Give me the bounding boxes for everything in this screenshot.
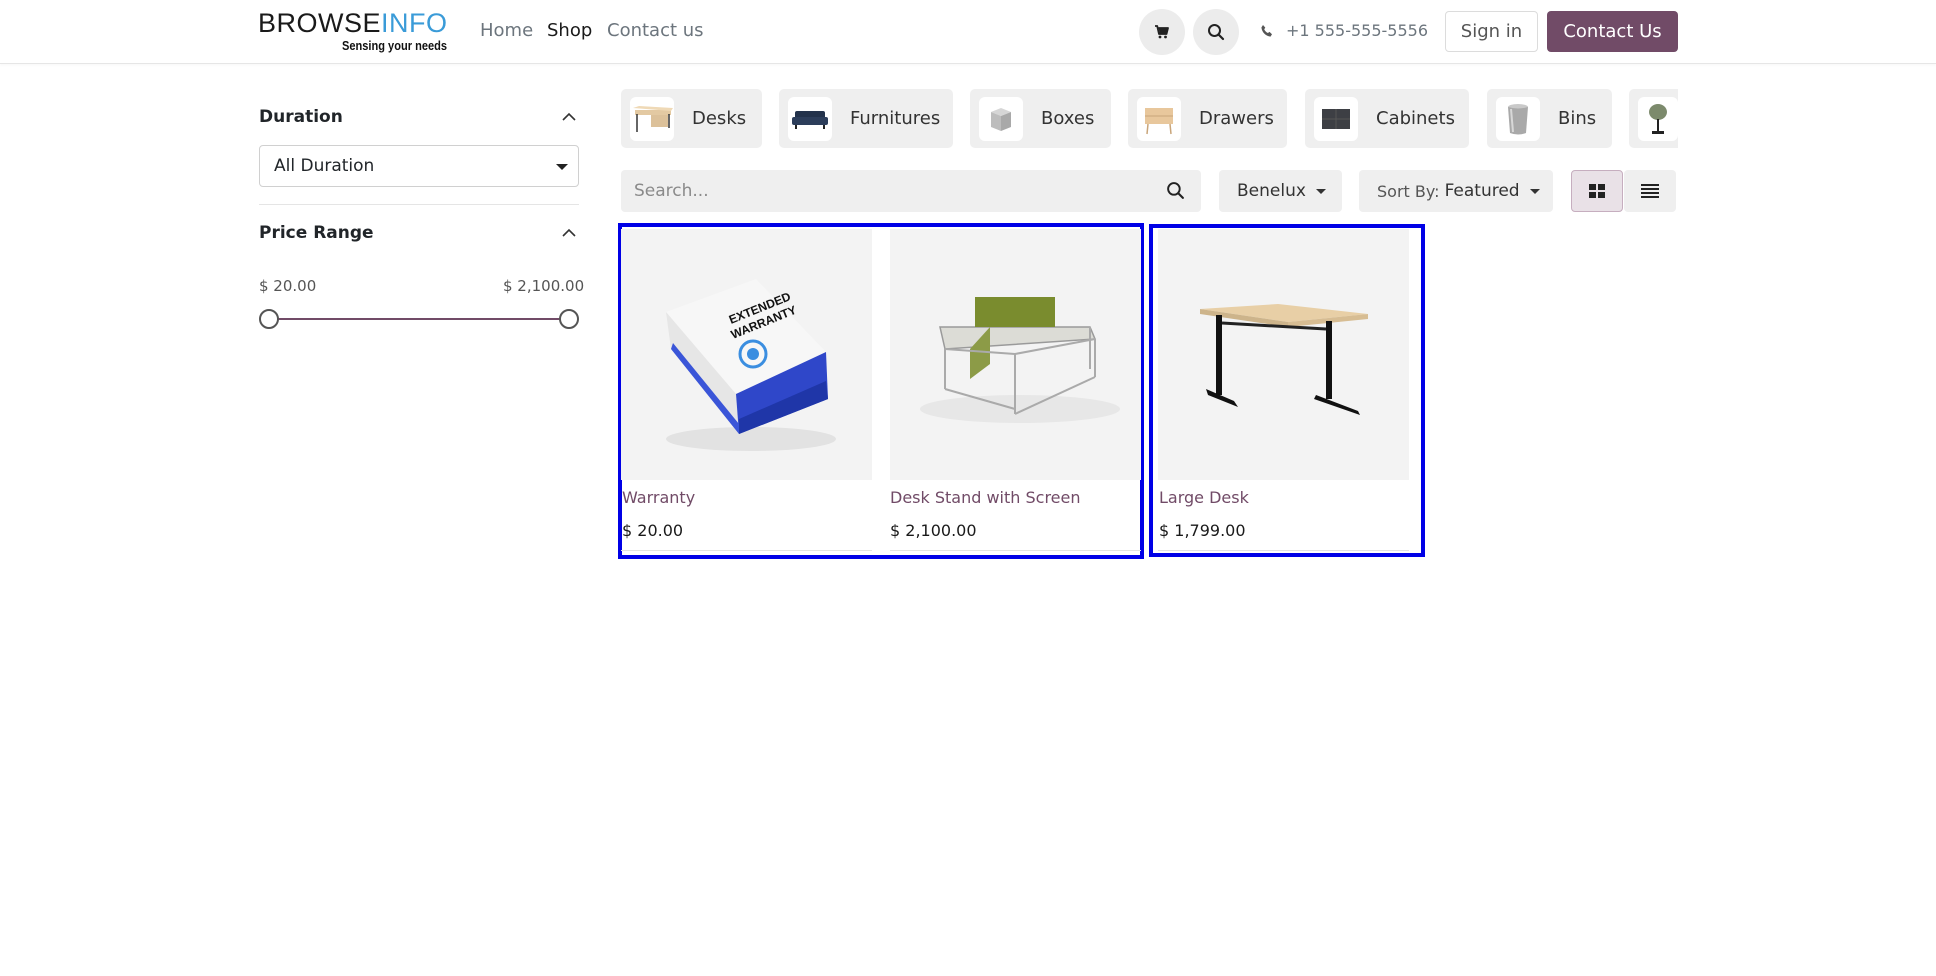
cabinet-thumbnail [1314, 96, 1358, 141]
nav-contact-us[interactable]: Contact us [607, 20, 704, 41]
category-label: Cabinets [1376, 108, 1455, 129]
lamp-thumbnail [1638, 96, 1678, 141]
chevron-up-icon[interactable] [560, 224, 578, 242]
product-card-divider [1158, 550, 1409, 551]
category-drawers[interactable]: Drawers [1128, 89, 1287, 148]
caret-down-icon [1529, 188, 1540, 194]
sort-value: Featured [1444, 181, 1520, 201]
product-name[interactable]: Warranty [622, 488, 695, 507]
search-icon [1208, 24, 1225, 41]
price-range-max-handle[interactable] [559, 309, 579, 329]
category-bins[interactable]: Bins [1487, 89, 1612, 148]
search-icon[interactable] [1166, 181, 1185, 200]
logo-wordmark: BROWSEINFO [258, 8, 448, 39]
nav-home[interactable]: Home [480, 20, 533, 41]
list-view-button[interactable] [1624, 170, 1676, 212]
top-header: BROWSEINFO Sensing your needs Home Shop … [0, 0, 1936, 64]
product-card-divider [621, 550, 872, 551]
sidebar-divider [259, 204, 579, 205]
cart-icon [1155, 25, 1169, 39]
phone-icon [1261, 24, 1272, 37]
phone-number: +1 555-555-5556 [1286, 21, 1429, 40]
duration-selected-value: All Duration [274, 156, 375, 176]
price-min-label: $ 20.00 [259, 277, 317, 295]
category-label: Drawers [1199, 108, 1274, 129]
product-search-input[interactable]: Search... [621, 170, 1201, 212]
bin-thumbnail [1496, 96, 1540, 141]
sign-in-button[interactable]: Sign in [1445, 11, 1538, 52]
product-name[interactable]: Desk Stand with Screen [890, 488, 1081, 507]
category-label: Furnitures [850, 108, 941, 129]
caret-down-icon [1315, 188, 1326, 194]
price-range-min-handle[interactable] [259, 309, 279, 329]
search-button[interactable] [1193, 9, 1239, 55]
sort-by-dropdown[interactable]: Sort By: Featured [1359, 170, 1553, 212]
nav-shop[interactable]: Shop [547, 20, 592, 41]
drawer-thumbnail [1137, 96, 1181, 141]
product-image-large-desk[interactable] [1158, 229, 1409, 480]
price-range-track[interactable] [268, 318, 568, 320]
caret-down-icon [556, 164, 568, 170]
sofa-thumbnail [788, 96, 832, 141]
product-name[interactable]: Large Desk [1159, 488, 1249, 507]
logo-part2: INFO [381, 8, 448, 38]
product-price: $ 20.00 [622, 521, 684, 540]
box-thumbnail [979, 96, 1023, 141]
category-label: Boxes [1041, 108, 1095, 129]
grid-icon [1589, 184, 1605, 198]
duration-select[interactable]: All Duration [259, 145, 579, 187]
product-image-warranty[interactable]: EXTENDED WARRANTY [621, 229, 872, 480]
product-price: $ 1,799.00 [1159, 521, 1246, 540]
cart-button[interactable] [1139, 9, 1185, 55]
category-lamps-partial[interactable] [1629, 89, 1678, 148]
product-image-desk-stand[interactable] [890, 229, 1141, 480]
category-desks[interactable]: Desks [621, 89, 762, 148]
list-icon [1641, 184, 1659, 198]
chevron-up-icon[interactable] [560, 108, 578, 126]
duration-filter-title[interactable]: Duration [259, 107, 343, 127]
logo-part1: BROWSE [258, 8, 382, 38]
logo-tagline: Sensing your needs [342, 38, 448, 53]
product-price: $ 2,100.00 [890, 521, 977, 540]
pricelist-value: Benelux [1237, 181, 1306, 201]
product-card-divider [890, 550, 1141, 551]
sort-prefix-label: Sort By: [1377, 181, 1440, 201]
category-furnitures[interactable]: Furnitures [779, 89, 953, 148]
category-label: Desks [692, 108, 747, 129]
grid-view-button[interactable] [1571, 170, 1623, 212]
price-range-filter-title[interactable]: Price Range [259, 223, 374, 243]
contact-us-button[interactable]: Contact Us [1547, 11, 1678, 52]
price-max-label: $ 2,100.00 [503, 277, 585, 295]
category-boxes[interactable]: Boxes [970, 89, 1111, 148]
search-placeholder: Search... [634, 181, 709, 201]
phone-contact[interactable]: +1 555-555-5556 [1260, 21, 1428, 40]
category-label: Bins [1558, 108, 1597, 129]
category-cabinets[interactable]: Cabinets [1305, 89, 1469, 148]
pricelist-dropdown[interactable]: Benelux [1219, 170, 1342, 212]
desk-thumbnail [630, 96, 674, 141]
browseinfo-logo[interactable]: BROWSEINFO Sensing your needs [258, 6, 448, 56]
